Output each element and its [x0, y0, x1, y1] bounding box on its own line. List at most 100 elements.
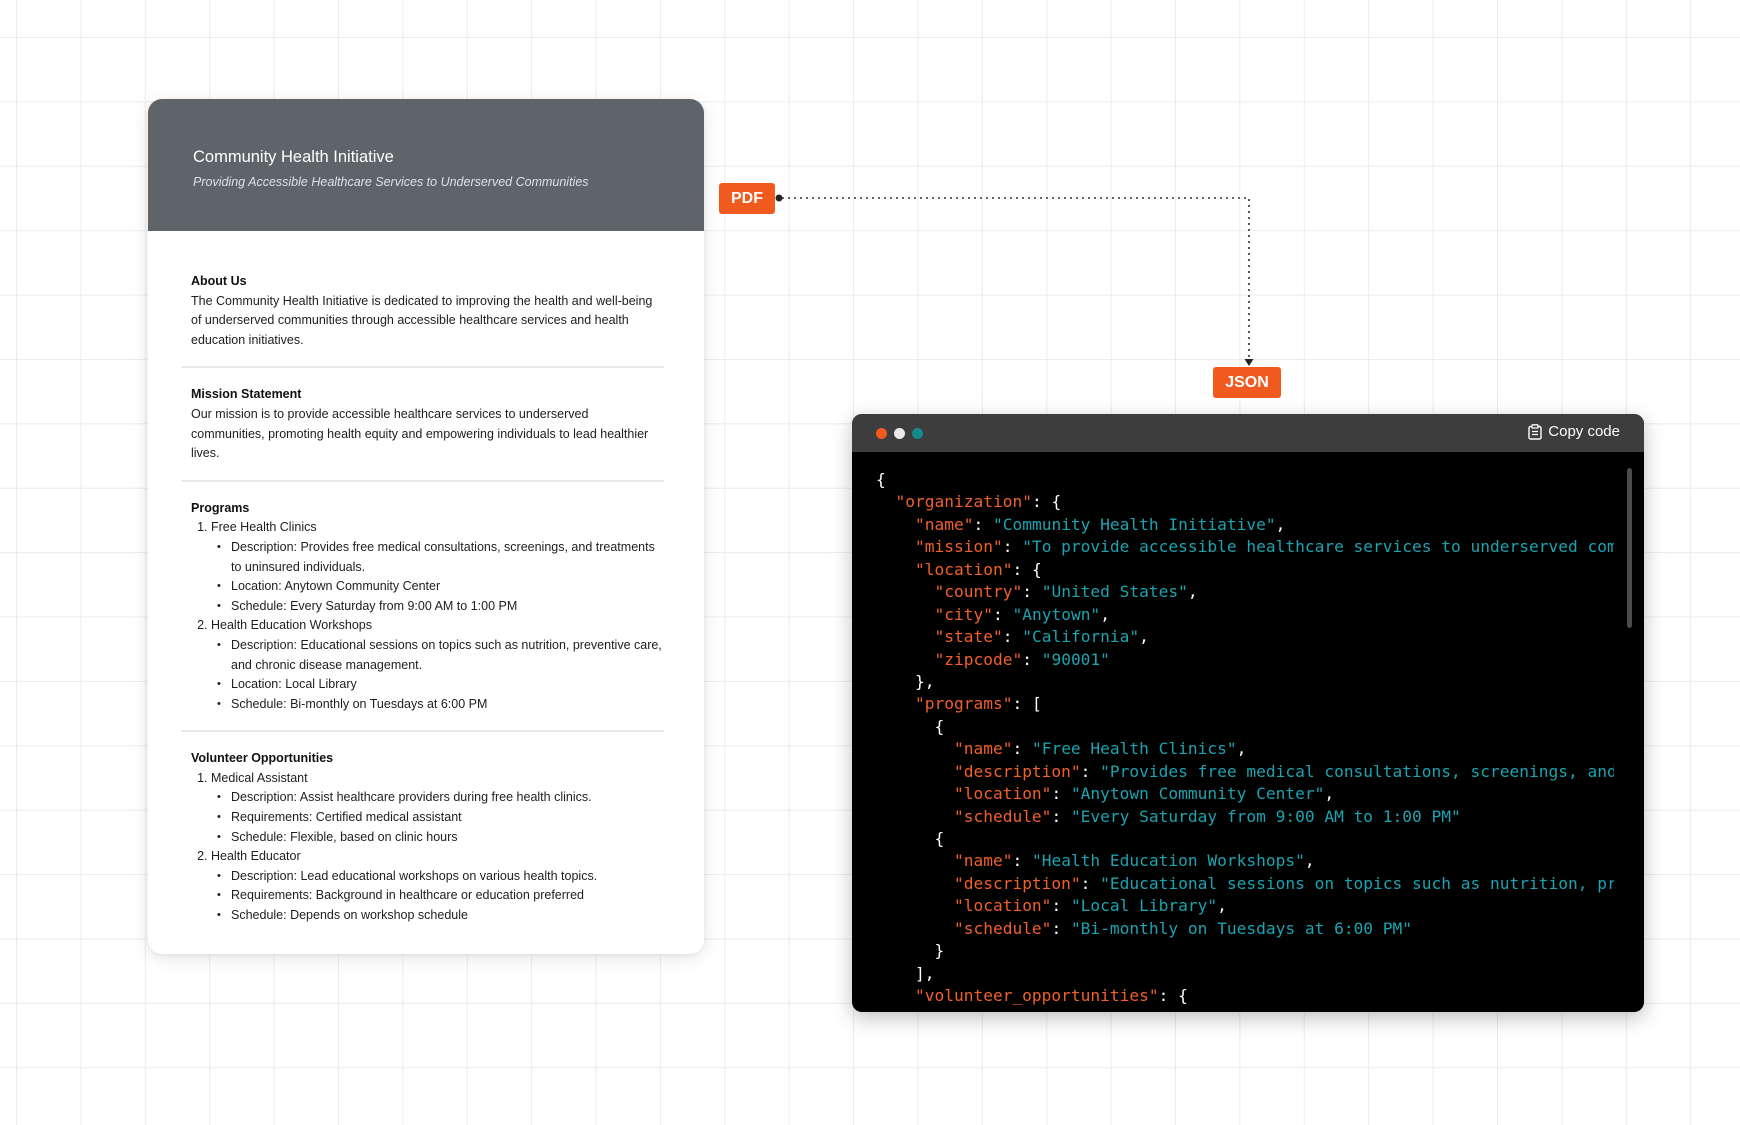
code-punctuation: :: [1002, 537, 1023, 557]
code-punctuation: [876, 537, 915, 556]
code-string: "Anytown": [1012, 604, 1101, 624]
code-line: "programs": [: [876, 693, 1614, 715]
code-punctuation: [876, 582, 934, 601]
connector-line: [782, 197, 1250, 360]
code-punctuation: [876, 851, 954, 870]
code-punctuation: [876, 896, 954, 915]
code-scrollbar[interactable]: [1627, 468, 1632, 628]
code-key: "city": [934, 604, 993, 624]
code-punctuation: [876, 694, 915, 713]
code-line: "volunteer_opportunities": {: [876, 985, 1614, 1007]
code-punctuation: :: [1002, 627, 1023, 647]
code-line: {: [876, 469, 1614, 491]
code-key: "mission": [914, 537, 1003, 557]
code-key: "programs": [914, 694, 1013, 714]
code-key: "description": [953, 873, 1081, 893]
code-punctuation: ,: [1187, 582, 1198, 602]
code-string: "United States": [1041, 582, 1188, 602]
code-line: "name": "Community Health Initiative",: [876, 514, 1614, 536]
code-string: "90001": [1041, 649, 1110, 669]
code-punctuation: [876, 919, 954, 938]
code-punctuation: ,: [1139, 627, 1149, 647]
code-string: "Educational sessions on topics such as …: [1100, 873, 1614, 893]
code-key: "name": [953, 739, 1013, 759]
code-line: {: [876, 716, 1614, 738]
code-punctuation: ,: [1324, 784, 1335, 804]
code-punctuation: [876, 739, 954, 758]
code-punctuation: [876, 650, 934, 669]
code-punctuation: ],: [876, 963, 935, 983]
code-punctuation: [876, 492, 896, 511]
code-punctuation: [876, 605, 934, 624]
code-punctuation: [876, 515, 915, 534]
code-punctuation: :: [992, 604, 1013, 624]
code-punctuation: [876, 807, 954, 826]
code-punctuation: :: [1022, 649, 1042, 669]
code-line: },: [876, 671, 1614, 693]
arrow-down-icon: [1244, 359, 1254, 366]
code-punctuation: :: [1012, 851, 1032, 871]
code-punctuation: :: [1022, 582, 1042, 602]
code-string: "Health Education Workshops": [1031, 851, 1305, 871]
code-string: "To provide accessible healthcare servic…: [1022, 537, 1614, 557]
code-string: "Every Saturday from 9:00 AM to 1:00 PM": [1070, 806, 1461, 826]
code-string: "California": [1022, 627, 1140, 647]
code-key: "schedule": [953, 918, 1052, 938]
code-key: "location": [914, 559, 1013, 579]
copy-code-label: Copy code: [1548, 423, 1620, 440]
code-line: "city": "Anytown",: [876, 604, 1614, 626]
code-punctuation: ,: [1217, 896, 1227, 916]
code-punctuation: :: [973, 514, 993, 534]
code-punctuation: :: [1051, 918, 1071, 938]
code-key: "name": [953, 851, 1013, 871]
code-punctuation: :: [1051, 896, 1071, 916]
code-line: "location": "Local Library",: [876, 895, 1614, 917]
connector-start-dot: [775, 194, 783, 202]
code-line: "zipcode": "90001": [876, 649, 1614, 671]
copy-code-button[interactable]: Copy code: [1528, 423, 1620, 440]
code-line: "location": {: [876, 559, 1614, 581]
code-line: ],: [876, 963, 1614, 985]
window-minimize-dot[interactable]: [894, 428, 905, 439]
code-punctuation: [876, 986, 915, 1005]
code-window-titlebar: Copy code: [852, 414, 1644, 452]
code-punctuation: [876, 784, 954, 803]
code-line: "mission": "To provide accessible health…: [876, 536, 1614, 558]
code-punctuation: [876, 560, 915, 579]
code-punctuation: [876, 762, 954, 781]
code-line: }: [876, 940, 1614, 962]
code-line: "name": "Health Education Workshops",: [876, 850, 1614, 872]
code-punctuation: :: [1012, 739, 1032, 759]
code-key: "schedule": [953, 806, 1052, 826]
pdf-tag: PDF: [719, 183, 775, 214]
code-punctuation: ,: [1236, 739, 1247, 759]
code-punctuation: {: [876, 716, 945, 736]
code-string: "Bi-monthly on Tuesdays at 6:00 PM": [1070, 918, 1413, 938]
code-punctuation: : {: [1158, 986, 1188, 1006]
code-string: "Free Health Clinics": [1031, 739, 1237, 759]
window-maximize-dot[interactable]: [912, 428, 923, 439]
code-string: "Local Library": [1070, 896, 1218, 916]
code-line: "state": "California",: [876, 626, 1614, 648]
code-punctuation: :: [1051, 806, 1071, 826]
code-punctuation: : {: [1031, 492, 1062, 512]
code-line: "name": "Free Health Clinics",: [876, 738, 1614, 760]
code-key: "volunteer_opportunities": [914, 986, 1159, 1006]
code-punctuation: :: [1080, 873, 1101, 893]
code-key: "organization": [895, 492, 1032, 512]
json-tag: JSON: [1213, 367, 1281, 398]
code-key: "location": [953, 784, 1052, 804]
code-punctuation: : [: [1012, 694, 1042, 714]
code-content[interactable]: { "organization": { "name": "Community H…: [876, 469, 1614, 1012]
code-line: "description": "Educational sessions on …: [876, 873, 1614, 895]
code-key: "description": [953, 761, 1081, 781]
code-punctuation: }: [876, 941, 945, 961]
code-punctuation: :: [1051, 784, 1071, 804]
code-line: "description": "Provides free medical co…: [876, 761, 1614, 783]
code-punctuation: [876, 627, 934, 646]
code-line: "schedule": "Bi-monthly on Tuesdays at 6…: [876, 918, 1614, 940]
code-line: "organization": {: [876, 491, 1614, 513]
window-close-dot[interactable]: [876, 428, 887, 439]
code-punctuation: ,: [1304, 851, 1315, 871]
code-punctuation: {: [876, 470, 886, 489]
